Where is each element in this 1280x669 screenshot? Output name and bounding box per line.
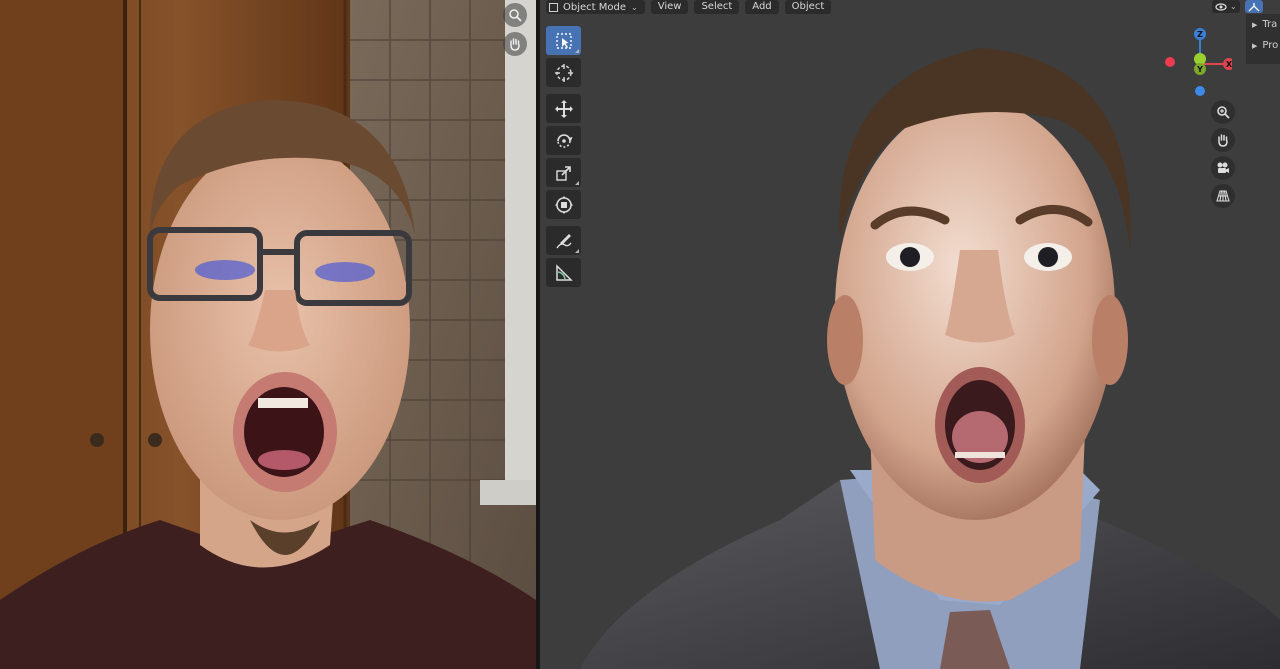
tool-shelf <box>546 26 582 290</box>
navigation-buttons <box>1211 100 1237 212</box>
panel-transform-label: Tra <box>1262 19 1278 30</box>
mode-selector[interactable]: Object Mode ⌄ <box>546 0 645 14</box>
hand-pan-icon[interactable] <box>1211 128 1235 152</box>
panel-transform[interactable]: ▶ Tra <box>1246 14 1280 35</box>
cursor-tool[interactable] <box>546 58 581 87</box>
panel-properties-label: Pro <box>1262 40 1279 51</box>
chevron-down-icon: ⌄ <box>631 2 638 12</box>
z-neg-axis-handle[interactable] <box>1195 86 1205 96</box>
object-mode-icon <box>549 2 558 12</box>
panel-properties[interactable]: ▶ Pro <box>1246 35 1280 56</box>
menu-add[interactable]: Add <box>745 0 779 14</box>
corner-indicator <box>575 49 579 53</box>
zoom-icon[interactable] <box>503 3 527 27</box>
transform-icon <box>554 195 573 214</box>
measure-icon <box>555 263 573 281</box>
y-axis-label: Y <box>1196 65 1203 74</box>
chevron-down-icon: ⌄ <box>1230 2 1237 11</box>
corner-indicator <box>575 181 579 185</box>
x-neg-axis-handle[interactable] <box>1165 57 1175 67</box>
menu-select[interactable]: Select <box>694 0 740 14</box>
scale-tool[interactable] <box>546 158 581 187</box>
z-axis-label: Z <box>1197 30 1203 39</box>
3d-viewport[interactable]: Object Mode ⌄ View Select Add Object Z Y… <box>540 0 1280 669</box>
x-axis-label: X <box>1226 60 1232 69</box>
cursor-icon <box>554 63 573 82</box>
gizmo-toggle[interactable] <box>1244 0 1263 13</box>
header-right-buttons: ⌄ <box>1212 0 1263 13</box>
visibility-dropdown[interactable]: ⌄ <box>1212 0 1240 13</box>
mode-label: Object Mode <box>563 1 626 13</box>
corner-indicator <box>575 249 579 253</box>
hand-pan-icon[interactable] <box>503 32 527 56</box>
gizmo-icon <box>1248 2 1260 11</box>
annotate-icon <box>555 233 572 248</box>
scale-icon <box>555 165 571 181</box>
expand-triangle-icon: ▶ <box>1252 41 1258 50</box>
rotate-icon <box>556 133 572 148</box>
webcam-image <box>0 0 536 669</box>
menu-view[interactable]: View <box>650 0 689 14</box>
eye-icon <box>1215 2 1227 11</box>
webcam-feed <box>0 0 536 669</box>
sidebar-panel: ▶ Tra ▶ Pro <box>1246 14 1280 64</box>
measure-tool[interactable] <box>546 258 581 287</box>
move-tool[interactable] <box>546 94 581 123</box>
select-box-tool[interactable] <box>546 26 581 55</box>
annotate-tool[interactable] <box>546 226 581 255</box>
move-icon <box>554 99 573 118</box>
navigation-gizmo[interactable]: Z Y X <box>1160 22 1235 102</box>
camera-icon[interactable] <box>1211 156 1235 180</box>
select-box-icon <box>555 32 572 49</box>
expand-triangle-icon: ▶ <box>1252 20 1258 29</box>
transform-tool[interactable] <box>546 190 581 219</box>
rotate-tool[interactable] <box>546 126 581 155</box>
zoom-icon[interactable] <box>1211 100 1235 124</box>
grid-perspective-icon[interactable] <box>1211 184 1235 208</box>
viewport-header: Object Mode ⌄ View Select Add Object <box>540 0 832 14</box>
menu-object[interactable]: Object <box>784 0 832 14</box>
